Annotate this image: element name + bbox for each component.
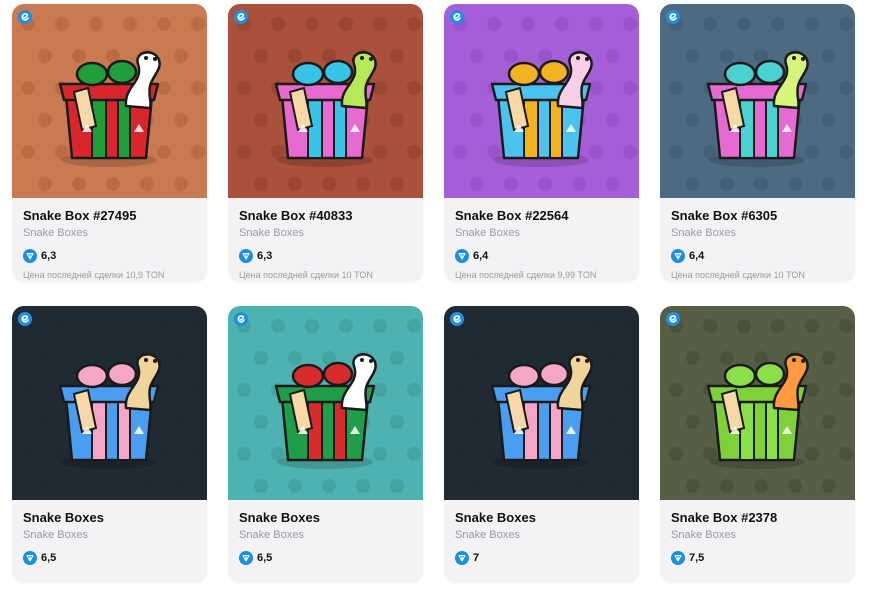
gift-card[interactable]: Snake Box #40833 Snake Boxes 6,3 Цена по… bbox=[228, 4, 423, 282]
gift-box-illustration bbox=[706, 51, 809, 167]
last-sale-price: Цена последней сделки 10 TON bbox=[671, 270, 805, 280]
verified-icon bbox=[18, 10, 32, 24]
last-sale-price: Цена последней сделки 9,99 TON bbox=[455, 270, 597, 280]
last-sale-price: Цена последней сделки 10 TON bbox=[239, 270, 373, 280]
verified-icon bbox=[666, 10, 680, 24]
ton-icon bbox=[23, 249, 37, 263]
gift-grid: Snake Box #27495 Snake Boxes 6,3 Цена по… bbox=[0, 0, 870, 594]
gift-image bbox=[444, 4, 639, 198]
ton-icon bbox=[671, 249, 685, 263]
gift-collection: Snake Boxes bbox=[671, 227, 736, 239]
verified-icon bbox=[666, 312, 680, 326]
gift-box-illustration bbox=[490, 51, 593, 167]
gift-box-illustration bbox=[274, 51, 377, 167]
ton-icon bbox=[671, 551, 685, 565]
gift-collection: Snake Boxes bbox=[23, 529, 88, 541]
gift-image bbox=[228, 306, 423, 500]
gift-price: 7 bbox=[473, 552, 480, 564]
verified-icon bbox=[450, 312, 464, 326]
gift-price: 6,4 bbox=[689, 250, 705, 262]
gift-image bbox=[660, 306, 855, 500]
verified-icon bbox=[234, 10, 248, 24]
gift-collection: Snake Boxes bbox=[455, 529, 520, 541]
gift-box-illustration bbox=[58, 353, 161, 469]
verified-icon bbox=[234, 312, 248, 326]
gift-card[interactable]: Snake Box #2378 Snake Boxes 7,5 bbox=[660, 306, 855, 583]
gift-card[interactable]: Snake Boxes Snake Boxes 6,5 bbox=[228, 306, 423, 583]
last-sale-price: Цена последней сделки 10,9 TON bbox=[23, 270, 165, 280]
ton-icon bbox=[455, 551, 469, 565]
gift-image bbox=[660, 4, 855, 198]
gift-collection: Snake Boxes bbox=[239, 529, 304, 541]
gift-box-illustration bbox=[490, 353, 593, 469]
ton-icon bbox=[239, 249, 253, 263]
gift-card[interactable]: Snake Box #22564 Snake Boxes 6,4 Цена по… bbox=[444, 4, 639, 282]
gift-title: Snake Boxes bbox=[455, 510, 536, 525]
gift-box-illustration bbox=[706, 353, 809, 469]
gift-price: 7,5 bbox=[689, 552, 705, 564]
gift-price: 6,3 bbox=[257, 250, 273, 262]
ton-icon bbox=[239, 551, 253, 565]
gift-box-illustration bbox=[274, 353, 377, 469]
ton-icon bbox=[455, 249, 469, 263]
gift-card[interactable]: Snake Boxes Snake Boxes 6,5 bbox=[12, 306, 207, 583]
verified-icon bbox=[18, 312, 32, 326]
gift-image bbox=[444, 306, 639, 500]
verified-icon bbox=[450, 10, 464, 24]
gift-title: Snake Boxes bbox=[23, 510, 104, 525]
gift-title: Snake Box #27495 bbox=[23, 208, 137, 223]
gift-title: Snake Box #2378 bbox=[671, 510, 778, 525]
gift-collection: Snake Boxes bbox=[671, 529, 736, 541]
gift-card[interactable]: Snake Boxes Snake Boxes 7 bbox=[444, 306, 639, 583]
gift-price: 6,5 bbox=[41, 552, 57, 564]
gift-box-illustration bbox=[58, 51, 161, 167]
gift-title: Snake Box #6305 bbox=[671, 208, 778, 223]
gift-image bbox=[12, 306, 207, 500]
gift-price: 6,4 bbox=[473, 250, 489, 262]
gift-collection: Snake Boxes bbox=[239, 227, 304, 239]
gift-price: 6,3 bbox=[41, 250, 57, 262]
gift-title: Snake Box #22564 bbox=[455, 208, 569, 223]
gift-price: 6,5 bbox=[257, 552, 273, 564]
gift-card[interactable]: Snake Box #6305 Snake Boxes 6,4 Цена пос… bbox=[660, 4, 855, 282]
ton-icon bbox=[23, 551, 37, 565]
gift-collection: Snake Boxes bbox=[23, 227, 88, 239]
gift-title: Snake Box #40833 bbox=[239, 208, 353, 223]
gift-image bbox=[228, 4, 423, 198]
gift-collection: Snake Boxes bbox=[455, 227, 520, 239]
gift-title: Snake Boxes bbox=[239, 510, 320, 525]
gift-card[interactable]: Snake Box #27495 Snake Boxes 6,3 Цена по… bbox=[12, 4, 207, 282]
gift-image bbox=[12, 4, 207, 198]
